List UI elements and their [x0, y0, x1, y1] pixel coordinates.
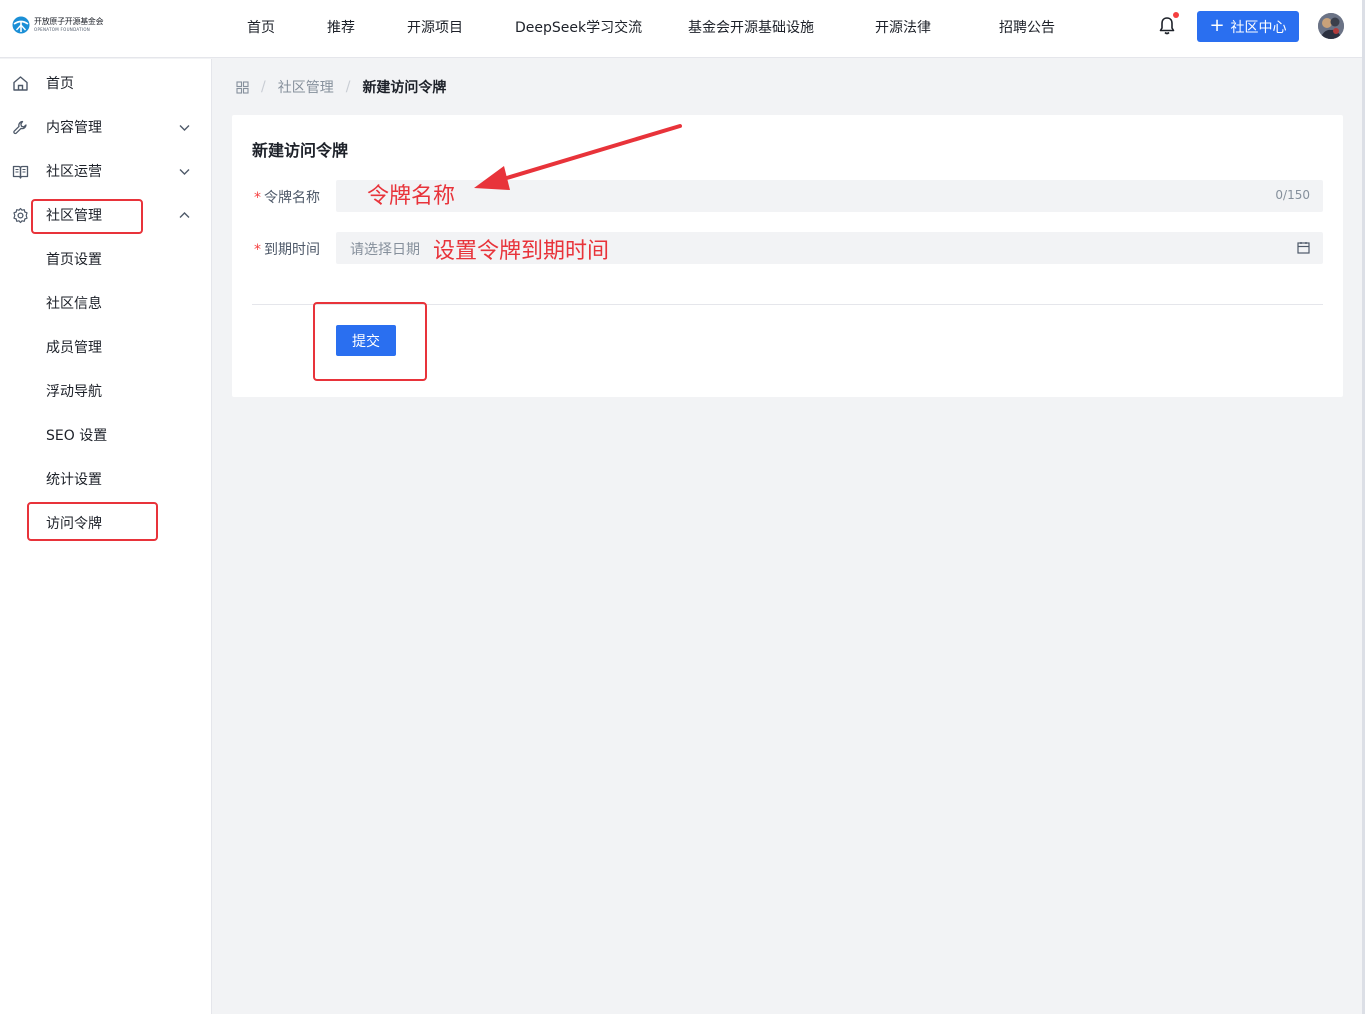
- community-center-button[interactable]: + 社区中心: [1197, 11, 1299, 42]
- logo-icon: [12, 16, 30, 34]
- sidebar-subitem-floating-nav[interactable]: 浮动导航: [0, 371, 212, 411]
- char-counter: 0/150: [1275, 188, 1310, 202]
- sidebar-item-label: 内容管理: [46, 120, 102, 136]
- sidebar-item-label: 社区管理: [46, 208, 102, 224]
- submit-button[interactable]: 提交: [336, 325, 396, 356]
- sidebar-item-label: 社区运营: [46, 164, 102, 180]
- breadcrumb-current: 新建访问令牌: [362, 80, 447, 96]
- sidebar-subitem-label: 社区信息: [46, 296, 102, 312]
- calendar-icon[interactable]: [1297, 241, 1310, 254]
- sidebar-item-label: 首页: [46, 76, 74, 92]
- nav-jobs[interactable]: 招聘公告: [999, 17, 1055, 37]
- nav-open-source-projects[interactable]: 开源项目: [407, 17, 463, 37]
- sidebar-subitem-label: 访问令牌: [46, 516, 102, 532]
- annotation-arrow-icon: [474, 124, 682, 190]
- sidebar-subitem-home-settings[interactable]: 首页设置: [0, 239, 212, 279]
- date-placeholder: 请选择日期: [350, 242, 420, 258]
- chevron-down-icon: [179, 124, 190, 131]
- breadcrumb-separator: /: [345, 79, 351, 95]
- annotation-token-name: 令牌名称: [367, 184, 456, 209]
- nav-recommend[interactable]: 推荐: [327, 17, 355, 37]
- sidebar-subitem-community-info[interactable]: 社区信息: [0, 283, 212, 323]
- sidebar-subitem-label: 首页设置: [46, 252, 102, 268]
- breadcrumb-separator: /: [261, 79, 266, 95]
- sidebar: 首页 内容管理 社区运营 社区管理 首页设置 社区信息 成员管理 浮动导航 SE…: [0, 59, 212, 1014]
- nav-deepseek[interactable]: DeepSeek学习交流: [515, 17, 642, 37]
- sidebar-subitem-label: SEO 设置: [46, 428, 108, 444]
- bell-icon[interactable]: [1158, 16, 1176, 36]
- token-name-label: * 令牌名称: [254, 187, 320, 207]
- annotation-expiry-time: 设置令牌到期时间: [433, 239, 610, 264]
- breadcrumb-community-management[interactable]: 社区管理: [278, 77, 334, 97]
- expiry-date-label: * 到期时间: [254, 239, 320, 259]
- sidebar-subitem-access-tokens[interactable]: 访问令牌: [0, 503, 212, 543]
- required-mark: *: [254, 242, 261, 258]
- grid-icon[interactable]: [236, 80, 249, 94]
- form-divider: [252, 304, 1323, 305]
- sidebar-subitem-label: 统计设置: [46, 472, 102, 488]
- logo-en: OPENATOM FOUNDATION: [34, 27, 91, 32]
- nav-infrastructure[interactable]: 基金会开源基础设施: [688, 17, 814, 37]
- expiry-date-label-text: 到期时间: [264, 242, 320, 258]
- community-center-label: 社区中心: [1230, 19, 1287, 36]
- site-logo[interactable]: 开放原子开源基金会 OPENATOM FOUNDATION: [12, 16, 104, 34]
- book-icon: [12, 165, 29, 179]
- logo-cn: 开放原子开源基金会: [34, 17, 104, 26]
- nav-home[interactable]: 首页: [247, 17, 275, 37]
- sidebar-subitem-label: 浮动导航: [46, 384, 102, 400]
- chevron-down-icon: [179, 168, 190, 175]
- notification-dot: [1173, 12, 1179, 18]
- sidebar-subitem-seo[interactable]: SEO 设置: [0, 415, 212, 455]
- avatar[interactable]: [1318, 13, 1344, 39]
- wrench-icon: [13, 120, 27, 134]
- chevron-up-icon: [179, 211, 190, 218]
- sidebar-item-content[interactable]: 内容管理: [0, 107, 212, 147]
- sidebar-item-community-management[interactable]: 社区管理: [0, 195, 212, 235]
- token-form-card: 新建访问令牌 * 令牌名称 0/150 * 到期时间 请选择日期 提交: [232, 115, 1343, 397]
- sidebar-subitem-members[interactable]: 成员管理: [0, 327, 212, 367]
- plus-icon: +: [1209, 14, 1225, 36]
- sidebar-item-home[interactable]: 首页: [0, 63, 212, 103]
- breadcrumb: / 社区管理 / 新建访问令牌: [236, 78, 446, 96]
- top-header: 开放原子开源基金会 OPENATOM FOUNDATION 首页 推荐 开源项目…: [0, 0, 1365, 58]
- home-icon: [13, 75, 28, 91]
- nav-legal[interactable]: 开源法律: [875, 17, 931, 37]
- sidebar-item-operations[interactable]: 社区运营: [0, 151, 212, 191]
- sidebar-subitem-label: 成员管理: [46, 340, 102, 356]
- page-title: 新建访问令牌: [252, 141, 349, 160]
- token-name-label-text: 令牌名称: [264, 190, 320, 206]
- sidebar-subitem-statistics[interactable]: 统计设置: [0, 459, 212, 499]
- gear-icon: [13, 207, 28, 223]
- avatar-image: [1318, 13, 1344, 39]
- required-mark: *: [254, 190, 261, 206]
